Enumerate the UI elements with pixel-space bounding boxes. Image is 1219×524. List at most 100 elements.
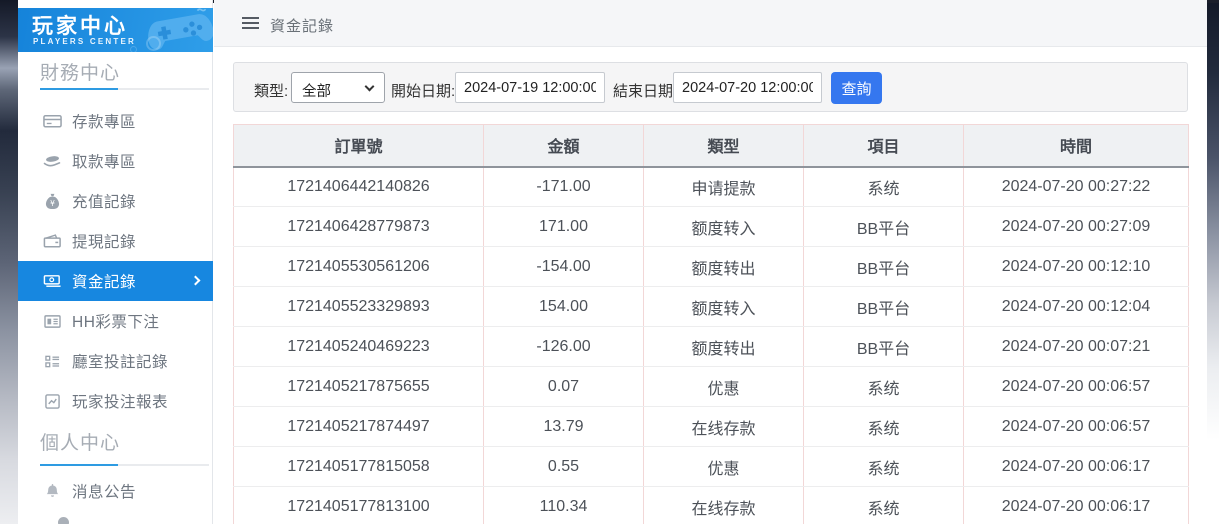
sidebar-item-player-bet-report[interactable]: 玩家投注報表: [18, 381, 213, 421]
start-date-label: 開始日期:: [391, 80, 455, 101]
left-edge-decoration: [0, 0, 18, 524]
page-title: 資金記錄: [270, 15, 334, 36]
sidebar-item-label: 資金記錄: [72, 270, 136, 292]
cell-amount: 0.07: [484, 367, 644, 407]
start-date-input[interactable]: [455, 72, 605, 103]
sidebar-item-label: 玩家投注報表: [72, 390, 168, 412]
decorative-circle: [146, 36, 161, 51]
sidebar-item-room-bet-records[interactable]: 廳室投註記錄: [18, 341, 213, 381]
type-filter-label: 類型:: [254, 80, 288, 101]
sidebar-item-funds-records[interactable]: 資金記錄: [18, 261, 213, 301]
cell-type: 在线存款: [644, 407, 804, 447]
table-row: 1721405177815058 0.55 优惠 系统 2024-07-20 0…: [234, 447, 1189, 487]
cell-order: 1721406428779873: [234, 207, 484, 247]
players-center-screen: 玩家中心 PLAYERS CENTER 財務中心 存款專區 取款專區 ¥ 充值記…: [0, 0, 1219, 524]
header-order: 訂單號: [234, 125, 484, 167]
cell-order: 1721405177815058: [234, 447, 484, 487]
right-edge-decoration: [1207, 0, 1219, 524]
sidebar-item-label: 廳室投註記錄: [72, 350, 168, 372]
cell-type: 额度转入: [644, 207, 804, 247]
cell-order: 1721405217875655: [234, 367, 484, 407]
cell-time: 2024-07-20 00:12:10: [964, 247, 1189, 287]
chevron-down-icon: [365, 82, 375, 92]
cell-item: 系统: [804, 167, 964, 207]
cell-time: 2024-07-20 00:27:22: [964, 167, 1189, 207]
table-row: 1721405523329893 154.00 额度转入 BB平台 2024-0…: [234, 287, 1189, 327]
search-button[interactable]: 查詢: [831, 72, 882, 104]
cell-item: BB平台: [804, 327, 964, 367]
cell-amount: 0.55: [484, 447, 644, 487]
sidebar-item-withdraw-zone[interactable]: 取款專區: [18, 141, 213, 181]
decorative-circle-small: [130, 46, 137, 52]
cell-order: 1721405240469223: [234, 327, 484, 367]
end-date-label: 結束日期:: [613, 80, 677, 101]
filter-bar: 類型: 全部 開始日期: 結束日期: 查詢: [233, 62, 1188, 112]
sidebar-item-withdrawal-records[interactable]: 提現記錄: [18, 221, 213, 261]
cell-item: 系统: [804, 367, 964, 407]
table-header-row: 訂單號 金額 類型 項目 時間: [234, 125, 1189, 167]
sidebar-item-label: 消息公告: [72, 480, 136, 502]
wallet-icon: [42, 233, 62, 249]
cell-amount: 13.79: [484, 407, 644, 447]
section-finance-label: 財務中心: [40, 58, 120, 85]
hand-money-icon: [42, 153, 62, 169]
sidebar-item-announcements[interactable]: 消息公告: [18, 471, 213, 511]
cell-item: BB平台: [804, 207, 964, 247]
cell-time: 2024-07-20 00:27:09: [964, 207, 1189, 247]
cell-order: 1721405523329893: [234, 287, 484, 327]
brand-title: 玩家中心: [32, 10, 128, 40]
type-select-value: 全部: [302, 80, 331, 101]
table-row: 1721405240469223 -126.00 额度转出 BB平台 2024-…: [234, 327, 1189, 367]
cell-time: 2024-07-20 00:12:04: [964, 287, 1189, 327]
header-amount: 金額: [484, 125, 644, 167]
sidebar-item-label: HH彩票下注: [72, 310, 159, 332]
sidebar-item-recharge-records[interactable]: ¥ 充值記錄: [18, 181, 213, 221]
cell-order: 1721406442140826: [234, 167, 484, 207]
table-row: 1721405217874497 13.79 在线存款 系统 2024-07-2…: [234, 407, 1189, 447]
money-bag-icon: ¥: [42, 193, 62, 210]
ticket-list-icon: [42, 314, 62, 329]
cell-amount: 110.34: [484, 487, 644, 524]
table-row: 1721405177813100 110.34 在线存款 系统 2024-07-…: [234, 487, 1189, 524]
type-select[interactable]: 全部: [291, 72, 385, 103]
table-row: 1721406428779873 171.00 额度转入 BB平台 2024-0…: [234, 207, 1189, 247]
bell-icon: [42, 483, 62, 499]
cell-item: 系统: [804, 407, 964, 447]
sidebar-item-label: 提現記錄: [72, 230, 136, 252]
report-chart-icon: [42, 394, 62, 409]
brand-header: 玩家中心 PLAYERS CENTER: [18, 8, 213, 52]
svg-text:¥: ¥: [50, 199, 55, 208]
cell-amount: -154.00: [484, 247, 644, 287]
cell-item: BB平台: [804, 287, 964, 327]
cell-type: 额度转入: [644, 287, 804, 327]
cell-type: 申请提款: [644, 167, 804, 207]
main-content: 資金記錄 類型: 全部 開始日期: 結束日期: 查詢 訂單號 金額 類型: [214, 0, 1207, 524]
cell-time: 2024-07-20 00:06:57: [964, 407, 1189, 447]
banknote-icon: [42, 273, 62, 289]
cell-amount: -126.00: [484, 327, 644, 367]
cell-amount: 171.00: [484, 207, 644, 247]
header-time: 時間: [964, 125, 1189, 167]
sidebar: 玩家中心 PLAYERS CENTER 財務中心 存款專區 取款專區 ¥ 充值記…: [18, 0, 213, 524]
cell-type: 额度转出: [644, 247, 804, 287]
sidebar-item-label: 取款專區: [72, 150, 136, 172]
cell-time: 2024-07-20 00:07:21: [964, 327, 1189, 367]
brand-subtitle: PLAYERS CENTER: [33, 37, 136, 46]
section-finance-underline: [40, 88, 209, 90]
end-date-input[interactable]: [673, 72, 822, 103]
sidebar-item-label: 充值記錄: [72, 190, 136, 212]
cell-time: 2024-07-20 00:06:17: [964, 487, 1189, 524]
sidebar-item-deposit-zone[interactable]: 存款專區: [18, 101, 213, 141]
cell-item: 系统: [804, 447, 964, 487]
cell-type: 在线存款: [644, 487, 804, 524]
hamburger-icon[interactable]: [242, 17, 259, 32]
sidebar-item-hh-lottery-bets[interactable]: HH彩票下注: [18, 301, 213, 341]
table-row: 1721405530561206 -154.00 额度转出 BB平台 2024-…: [234, 247, 1189, 287]
cell-amount: 154.00: [484, 287, 644, 327]
cell-item: BB平台: [804, 247, 964, 287]
cell-order: 1721405530561206: [234, 247, 484, 287]
table-row: 1721406442140826 -171.00 申请提款 系统 2024-07…: [234, 167, 1189, 207]
topbar: 資金記錄: [214, 0, 1207, 47]
table-row: 1721405217875655 0.07 优惠 系统 2024-07-20 0…: [234, 367, 1189, 407]
cell-order: 1721405217874497: [234, 407, 484, 447]
